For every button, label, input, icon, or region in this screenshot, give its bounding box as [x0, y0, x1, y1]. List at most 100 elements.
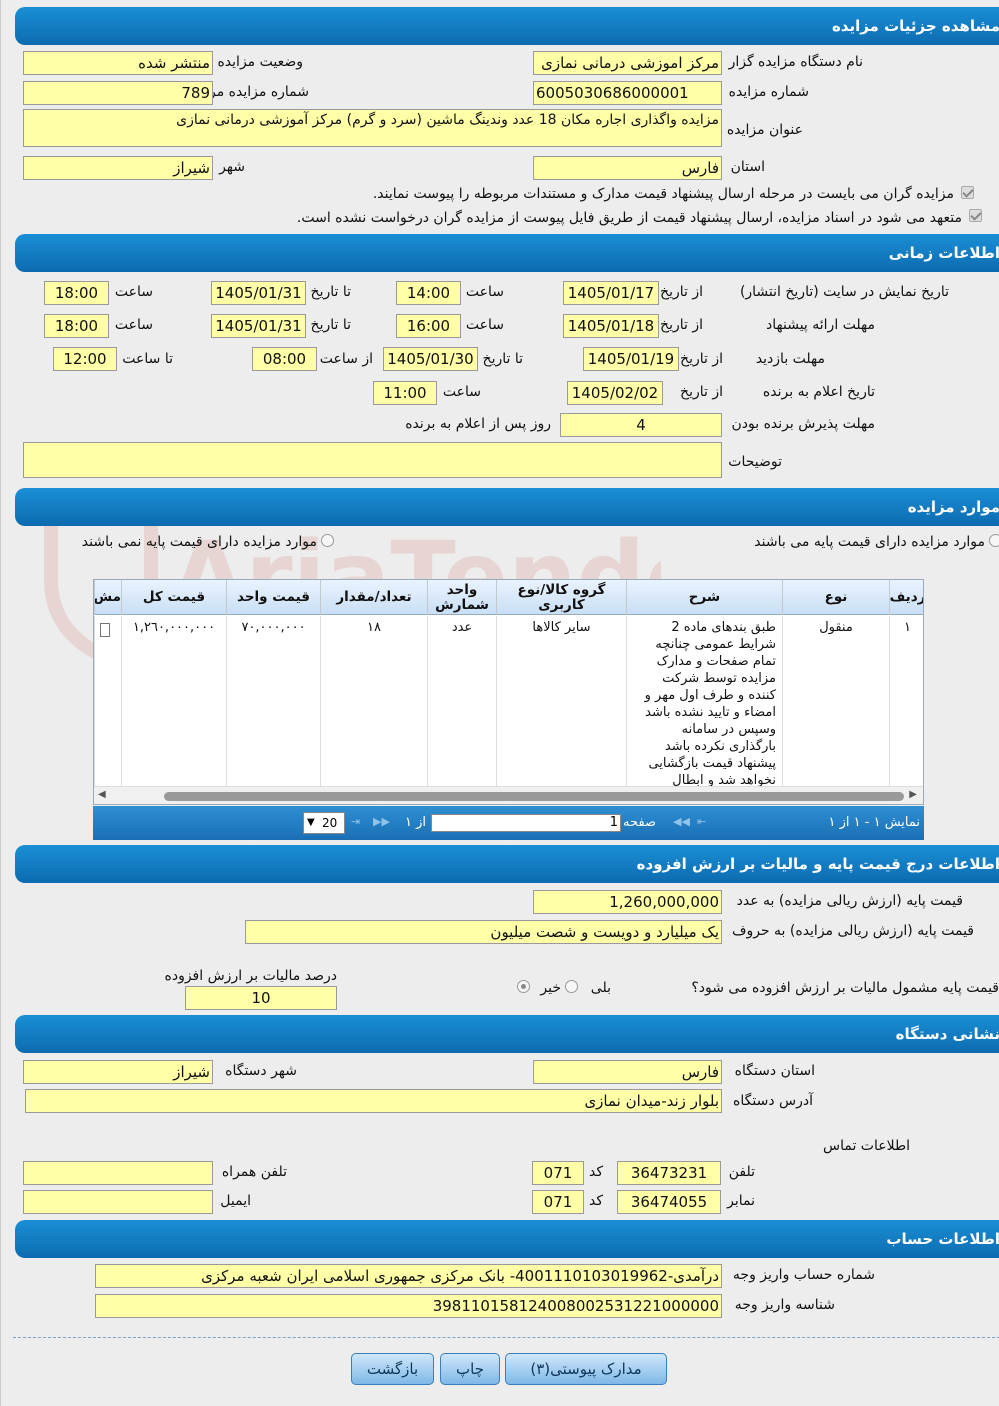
winner-time: 11:00: [373, 381, 437, 405]
offer-from-hour-label: ساعت: [465, 317, 504, 333]
col-type[interactable]: نوع: [782, 580, 889, 615]
attach-required-text: مزایده گران می بایست در مرحله ارسال پیشن…: [372, 186, 954, 202]
radio-without-base-price[interactable]: [321, 534, 334, 547]
page-number-input[interactable]: 1: [431, 814, 621, 832]
page-size-select[interactable]: 20 ▼: [303, 812, 345, 834]
cell-row: ١: [889, 616, 923, 786]
display-to-time: 18:00: [44, 281, 109, 305]
org-label: نام دستگاه مزایده گزار: [728, 54, 863, 70]
city-label: شهر: [219, 159, 245, 175]
accept-days-field: 4: [560, 413, 722, 437]
vat-percent-label: درصد مالیات بر ارزش افزوده: [164, 968, 338, 984]
display-to-hour-label: ساعت: [114, 284, 153, 300]
city-field: شیراز: [23, 156, 213, 180]
radio-with-base-price-label: موارد مزایده دارای قیمت پایه می باشند: [754, 534, 985, 550]
title-field: مزایده واگذاری اجاره مکان 18 عدد وندینگ …: [23, 109, 722, 147]
display-from-time: 14:00: [396, 281, 461, 305]
col-unit[interactable]: واحد شمارش: [427, 580, 496, 615]
attachments-button[interactable]: مدارک پیوستی(٣): [505, 1353, 667, 1385]
radio-with-base-price[interactable]: [989, 534, 999, 547]
col-desc[interactable]: شرح: [626, 580, 782, 615]
pager-page-label: صفحه: [623, 815, 656, 830]
fax-code-label: کد: [588, 1193, 603, 1209]
radio-without-base-price-label: موارد مزایده دارای قیمت پایه نمی باشند: [81, 534, 317, 550]
col-qty[interactable]: تعداد/مقدار: [320, 580, 427, 615]
accept-suffix: روز پس از اعلام به برنده: [405, 416, 551, 432]
base-text-field: یک میلیارد و دویست و شصت میلیون: [245, 920, 722, 944]
page-size-value: 20: [322, 816, 338, 830]
first-page-icon[interactable]: ⇤: [697, 815, 706, 828]
attach-required-checkbox[interactable]: [961, 186, 974, 199]
section-header-timing: اطلاعات زمانی: [15, 234, 999, 272]
commitment-checkbox[interactable]: [969, 209, 982, 222]
pager-of-label: از ١: [405, 815, 427, 830]
col-row[interactable]: ردیف: [889, 580, 923, 615]
items-pager: نمایش ١ - ١ از ١ ⇤ ◀◀ صفحه 1 از ١ ▶▶ ⇥ 2…: [93, 806, 924, 840]
org-city-field: شیراز: [23, 1060, 213, 1084]
winner-label: تاریخ اعلام به برنده: [762, 384, 875, 400]
phone-field: 36473231: [617, 1161, 721, 1185]
phone-code-field: 071: [532, 1161, 584, 1185]
status-field: منتشر شده: [23, 51, 213, 75]
commitment-text: متعهد می شود در اسناد مزایده، ارسال پیشن…: [296, 210, 962, 226]
col-total[interactable]: قیمت کل: [121, 580, 226, 615]
offer-label: مهلت ارائه پیشنهاد: [766, 317, 875, 333]
mobile-label: تلفن همراه: [221, 1164, 287, 1180]
prev-page-icon[interactable]: ◀◀: [673, 815, 690, 828]
phone-code-label: کد: [588, 1164, 603, 1180]
province-label: استان: [730, 159, 765, 175]
vat-question: قیمت پایه مشمول مالیات بر ارزش افزوده می…: [691, 980, 999, 996]
vat-yes-radio[interactable]: [565, 980, 578, 993]
last-page-icon[interactable]: ⇥: [351, 815, 360, 828]
base-text-label: قیمت پایه (ارزش ریالی مزایده) به حروف: [731, 923, 974, 939]
back-button[interactable]: بازگشت: [351, 1353, 434, 1385]
cell-type: منقول: [782, 616, 889, 786]
horizontal-scrollbar[interactable]: ◀ ▶: [94, 786, 923, 804]
col-group[interactable]: گروه کالا/نوع کاربری: [496, 580, 626, 615]
vat-no-label: خیر: [540, 980, 561, 996]
display-from-hour-label: ساعت: [465, 284, 504, 300]
visit-to-hour-label: تا ساعت: [122, 351, 173, 367]
page: AriaTender.neT مشاهده جزئیات مزایده نام …: [0, 0, 999, 1406]
visit-from-label: از تاریخ: [680, 351, 723, 367]
scrollbar-thumb[interactable]: [164, 792, 904, 801]
print-button[interactable]: چاپ: [440, 1353, 500, 1385]
vat-yes-label: بلی: [590, 980, 611, 996]
email-field: [23, 1190, 213, 1214]
offer-from-time: 16:00: [396, 314, 461, 338]
visit-to-label: تا تاریخ: [482, 351, 523, 367]
display-from-label: از تاریخ: [660, 284, 703, 300]
base-num-label: قیمت پایه (ارزش ریالی مزایده) به عدد: [736, 893, 963, 909]
payment-id-label: شناسه واریز وجه: [734, 1297, 835, 1313]
cell-qty: ١٨: [320, 616, 427, 786]
col-more[interactable]: مش: [94, 580, 121, 615]
section-header-items: موارد مزایده: [15, 488, 999, 526]
notes-field: [23, 442, 722, 478]
section-header-address: نشانی دستگاه: [15, 1015, 999, 1053]
cell-unit: عدد: [427, 616, 496, 786]
visit-to-time: 12:00: [53, 347, 117, 371]
vat-no-radio[interactable]: [517, 980, 530, 993]
scroll-right-icon[interactable]: ▶: [909, 789, 917, 800]
visit-to-date: 1405/01/30: [383, 347, 478, 371]
section-header-details: مشاهده جزئیات مزایده: [15, 7, 999, 45]
accept-label: مهلت پذیرش برنده بودن: [731, 416, 876, 432]
display-from-date: 1405/01/17: [563, 281, 659, 305]
cell-desc: طبق بندهای ماده 2 شرایط عمومی چنانچه تما…: [626, 616, 782, 804]
section-header-price: اطلاعات درج قیمت پایه و مالیات بر ارزش ا…: [15, 845, 999, 883]
scroll-left-icon[interactable]: ◀: [98, 789, 106, 800]
ref-field: 789: [23, 81, 213, 105]
payment-id-field: 398110158124008002531221000000: [95, 1294, 722, 1318]
cell-unit-price: ٧٠,٠٠٠,٠٠٠: [226, 616, 320, 786]
account-field: درآمدی-4001110103019962- بانک مرکزی جمهو…: [95, 1264, 722, 1288]
number-field: 6005030686000001: [533, 81, 722, 105]
fax-field: 36474055: [617, 1190, 721, 1214]
next-page-icon[interactable]: ▶▶: [373, 815, 390, 828]
display-to-label: تا تاریخ: [310, 284, 351, 300]
fax-code-field: 071: [532, 1190, 584, 1214]
org-province-field: فارس: [533, 1060, 722, 1084]
details-button[interactable]: [100, 623, 110, 637]
col-unit-price[interactable]: قیمت واحد: [226, 580, 320, 615]
org-field: مرکز اموزشی درمانی نمازی: [533, 51, 722, 75]
visit-label: مهلت بازدید: [755, 351, 825, 367]
